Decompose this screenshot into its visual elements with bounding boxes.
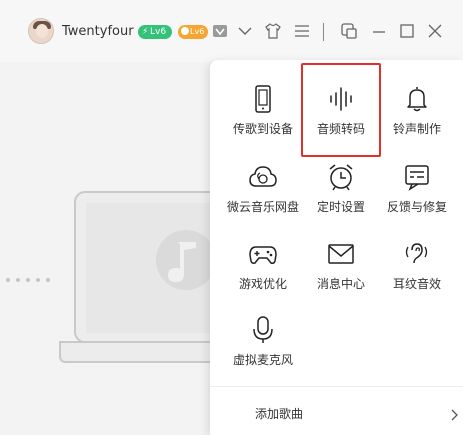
cloud-icon xyxy=(248,162,278,192)
feedback-icon xyxy=(402,162,432,192)
menu-item-ringtone-maker[interactable]: 铃声制作 xyxy=(379,78,455,148)
menu-item-label: 定时设置 xyxy=(316,200,365,214)
title-bar: Twentyfour ⚡ Lv6 Lv6 xyxy=(0,0,463,62)
highlight-box xyxy=(301,63,381,157)
ear-icon xyxy=(402,239,432,269)
menu-item-label: 传歌到设备 xyxy=(232,122,293,136)
menu-item-label: 游戏优化 xyxy=(238,277,287,291)
lightning-icon: ⚡ xyxy=(142,27,149,37)
title-divider xyxy=(323,23,324,41)
bell-icon xyxy=(402,84,432,114)
close-icon[interactable] xyxy=(426,22,444,40)
level-badge[interactable]: Lv6 xyxy=(178,25,208,39)
menu-item-message-center[interactable]: 消息中心 xyxy=(303,233,379,303)
menu-item-virtual-microphone[interactable]: 虚拟麦克风 xyxy=(225,309,301,379)
menu-item-label: 耳纹音效 xyxy=(392,277,441,291)
vip-badge[interactable]: ⚡ Lv6 xyxy=(138,25,172,39)
mail-icon xyxy=(326,239,356,269)
username[interactable]: Twentyfour xyxy=(62,24,134,39)
menu-icon[interactable] xyxy=(293,22,311,40)
avatar[interactable] xyxy=(28,18,54,44)
menu-item-label: 反馈与修复 xyxy=(386,200,447,214)
menu-divider xyxy=(210,386,463,387)
skin-shirt-icon[interactable] xyxy=(264,22,282,40)
minimize-icon[interactable] xyxy=(370,22,388,40)
mini-mode-icon[interactable] xyxy=(340,22,358,40)
menu-item-timer-settings[interactable]: 定时设置 xyxy=(303,156,379,226)
vip-diamond-icon[interactable] xyxy=(211,22,229,40)
menu-item-weiyun-cloud[interactable]: 微云音乐网盘 xyxy=(225,156,301,226)
vip-badge-label: Lv6 xyxy=(150,27,167,37)
phone-icon xyxy=(248,84,278,114)
alarm-clock-icon xyxy=(326,162,356,192)
menu-item-label: 消息中心 xyxy=(316,277,365,291)
menu-item-label: 微云音乐网盘 xyxy=(226,200,299,214)
microphone-icon xyxy=(248,315,278,345)
menu-item-label: 铃声制作 xyxy=(392,122,441,136)
chevron-right-icon[interactable] xyxy=(449,406,459,421)
chevron-down-icon[interactable] xyxy=(236,22,254,40)
add-song-menu-item[interactable]: 添加歌曲 xyxy=(255,405,303,422)
menu-item-feedback-repair[interactable]: 反馈与修复 xyxy=(379,156,455,226)
gamepad-icon xyxy=(248,239,278,269)
level-badge-label: Lv6 xyxy=(190,27,205,36)
menu-item-game-optimize[interactable]: 游戏优化 xyxy=(225,233,301,303)
menu-item-earprint-sound[interactable]: 耳纹音效 xyxy=(379,233,455,303)
empty-state-illustration xyxy=(0,170,241,390)
level-dot-icon xyxy=(181,27,189,35)
maximize-icon[interactable] xyxy=(398,22,416,40)
menu-item-transfer-to-device[interactable]: 传歌到设备 xyxy=(225,78,301,148)
menu-item-label: 虚拟麦克风 xyxy=(232,353,293,367)
